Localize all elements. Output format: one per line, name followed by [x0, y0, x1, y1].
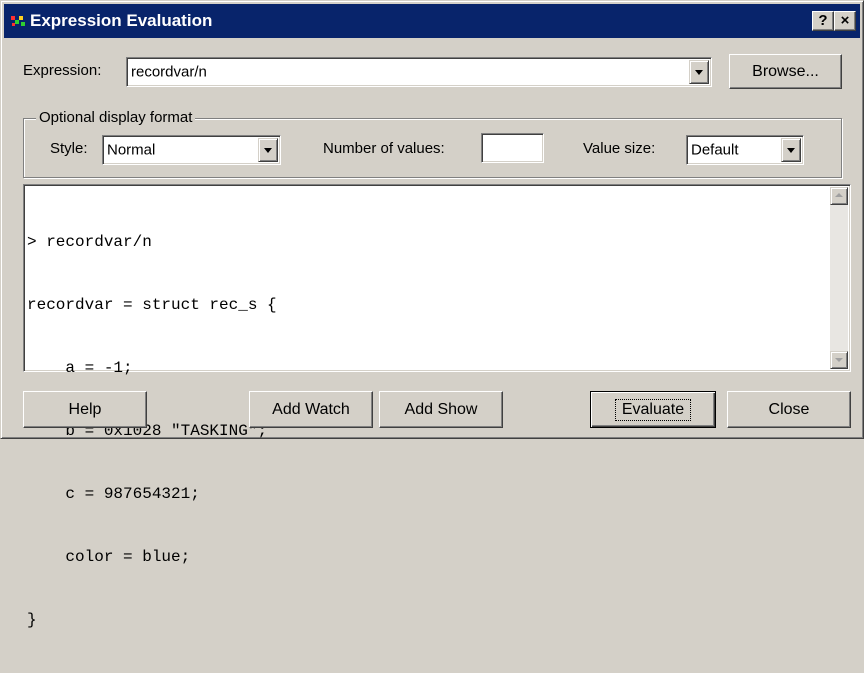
style-label: Style: — [50, 140, 88, 157]
output-line: color = blue; — [27, 548, 191, 566]
evaluate-label: Evaluate — [614, 398, 692, 421]
style-select[interactable]: Normal — [102, 135, 281, 165]
help-button[interactable]: Help — [23, 391, 147, 428]
title-bar[interactable]: Expression Evaluation ? × — [4, 4, 860, 38]
value-size-dropdown-arrow-icon[interactable] — [781, 138, 801, 162]
output-scrollbar[interactable] — [830, 187, 848, 369]
output-line: > recordvar/n — [27, 233, 152, 251]
value-size-select[interactable]: Default — [686, 135, 804, 165]
add-show-button[interactable]: Add Show — [379, 391, 503, 428]
scroll-down-arrow-icon[interactable] — [830, 351, 848, 369]
style-dropdown-arrow-icon[interactable] — [258, 138, 278, 162]
evaluate-button[interactable]: Evaluate — [590, 391, 716, 428]
style-value: Normal — [107, 141, 156, 159]
evaluation-output[interactable]: > recordvar/n recordvar = struct rec_s {… — [23, 184, 851, 629]
app-icon — [11, 16, 25, 26]
help-icon[interactable]: ? — [812, 11, 834, 31]
close-icon[interactable]: × — [834, 11, 856, 31]
add-watch-button[interactable]: Add Watch — [249, 391, 373, 428]
expression-label: Expression: — [23, 62, 102, 79]
output-text: > recordvar/n recordvar = struct rec_s {… — [27, 190, 277, 673]
output-line: c = 987654321; — [27, 485, 200, 503]
value-size-value: Default — [691, 141, 739, 159]
browse-button[interactable]: Browse... — [729, 54, 842, 89]
value-size-label: Value size: — [583, 140, 656, 157]
number-of-values-input[interactable] — [481, 133, 544, 163]
expression-input[interactable]: recordvar/n — [131, 64, 207, 81]
scroll-up-arrow-icon[interactable] — [830, 187, 848, 205]
expression-combobox[interactable]: recordvar/n — [126, 57, 712, 87]
expression-evaluation-dialog: Expression Evaluation ? × Expression: re… — [0, 0, 864, 629]
close-button[interactable]: Close — [727, 391, 851, 428]
output-line: recordvar = struct rec_s { — [27, 296, 277, 314]
number-of-values-label: Number of values: — [323, 140, 445, 157]
output-line: a = -1; — [27, 359, 133, 377]
window-title: Expression Evaluation — [30, 11, 213, 30]
output-line: } — [27, 611, 37, 629]
expression-dropdown-arrow-icon[interactable] — [689, 60, 709, 84]
display-format-group-label: Optional display format — [36, 109, 196, 126]
